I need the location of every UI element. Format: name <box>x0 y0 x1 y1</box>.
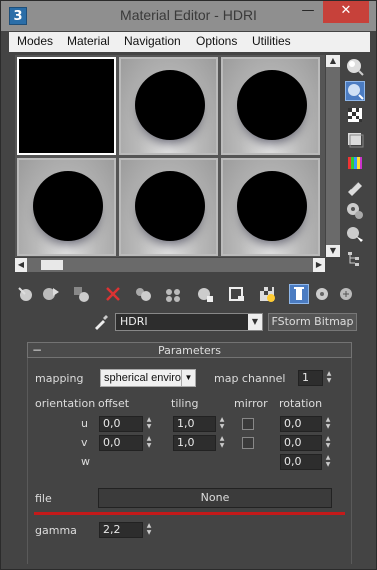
scroll-thumb[interactable] <box>41 260 63 270</box>
mapping-label: mapping <box>35 372 84 385</box>
reset-map-icon[interactable] <box>103 284 123 304</box>
sample-slot-2[interactable] <box>119 57 218 155</box>
file-label: file <box>35 492 52 505</box>
rotation-u-field[interactable]: 0,0 <box>280 416 322 432</box>
sample-slot-4[interactable] <box>17 158 116 256</box>
tiling-v-spinner[interactable]: ▲ ▼ <box>217 435 227 451</box>
material-map-navigator-icon[interactable] <box>345 249 365 269</box>
backlight-icon[interactable] <box>345 81 365 101</box>
get-material-icon[interactable] <box>17 284 37 304</box>
gamma-label: gamma <box>35 524 77 537</box>
background-checker-icon[interactable] <box>345 105 365 125</box>
mapping-select[interactable]: spherical enviro ▼ <box>100 369 196 387</box>
select-by-material-icon[interactable] <box>345 225 365 245</box>
material-editor-window: 3 Material Editor - HDRI — ✕ Modes Mater… <box>0 0 377 570</box>
mapping-select-value: spherical enviro <box>104 372 182 384</box>
menu-options[interactable]: Options <box>196 34 237 48</box>
pick-material-eyedropper-icon[interactable] <box>91 312 109 332</box>
make-unique-icon[interactable] <box>133 284 153 304</box>
rotation-v-spinner[interactable]: ▲ ▼ <box>323 435 333 451</box>
w-label: w <box>81 455 90 468</box>
sample-slot-1[interactable] <box>17 57 116 155</box>
offset-v-field[interactable]: 0,0 <box>99 435 143 451</box>
scroll-down-icon[interactable]: ▼ <box>326 245 340 257</box>
parameters-rollout-title: Parameters <box>158 344 221 357</box>
horizontal-toolbar <box>17 284 362 304</box>
u-label: u <box>81 417 88 430</box>
menu-modes[interactable]: Modes <box>17 34 53 48</box>
v-label: v <box>81 436 88 449</box>
tiling-v-field[interactable]: 1,0 <box>173 435 216 451</box>
minimize-button[interactable]: — <box>295 1 321 23</box>
sample-slot-6[interactable] <box>221 158 320 256</box>
tiling-label: tiling <box>171 397 199 410</box>
material-type-button[interactable]: FStorm Bitmap <box>268 313 357 331</box>
mirror-v-checkbox[interactable] <box>242 437 254 449</box>
sample-uv-tiling-icon[interactable] <box>345 129 365 149</box>
map-channel-label: map channel <box>214 372 286 385</box>
material-name-row: HDRI ▼ FStorm Bitmap <box>1 312 377 332</box>
vertical-scrollbar[interactable]: ▲ ▼ <box>326 55 340 257</box>
horizontal-scrollbar[interactable]: ◀ ▶ <box>15 258 325 272</box>
menu-navigation[interactable]: Navigation <box>124 34 181 48</box>
file-button[interactable]: None <box>98 488 332 508</box>
menu-material[interactable]: Material <box>67 34 110 48</box>
put-to-scene-icon[interactable] <box>41 284 61 304</box>
sample-slot-5[interactable] <box>119 158 218 256</box>
tiling-u-field[interactable]: 1,0 <box>173 416 216 432</box>
close-button[interactable]: ✕ <box>323 1 369 23</box>
map-channel-field[interactable]: 1 <box>298 370 323 386</box>
offset-v-spinner[interactable]: ▲ ▼ <box>144 435 154 451</box>
file-underline <box>34 512 345 515</box>
options-icon[interactable] <box>345 201 365 221</box>
chevron-down-icon[interactable]: ▼ <box>181 370 195 386</box>
rotation-label: rotation <box>279 397 323 410</box>
mirror-u-checkbox[interactable] <box>242 418 254 430</box>
go-to-parent-icon[interactable] <box>289 284 309 304</box>
material-name-value: HDRI <box>120 315 148 328</box>
rotation-w-field[interactable]: 0,0 <box>280 454 322 470</box>
make-preview-icon[interactable] <box>345 177 365 197</box>
preview-sphere <box>237 171 307 241</box>
map-channel-spinner[interactable]: ▲ ▼ <box>324 370 334 386</box>
show-shaded-in-viewport-icon[interactable] <box>227 284 247 304</box>
preview-sphere <box>237 70 307 140</box>
rotation-u-spinner[interactable]: ▲ ▼ <box>323 416 333 432</box>
material-id-channel-icon[interactable] <box>195 284 215 304</box>
offset-label: offset <box>98 397 130 410</box>
parameters-rollout-body: mapping spherical enviro ▼ map channel 1… <box>27 358 352 564</box>
sample-slot-3[interactable] <box>221 57 320 155</box>
orientation-label: orientation <box>35 397 96 410</box>
scroll-up-icon[interactable]: ▲ <box>326 55 340 67</box>
preview-sphere <box>135 70 205 140</box>
gamma-spinner[interactable]: ▲ ▼ <box>144 522 154 538</box>
scroll-right-icon[interactable]: ▶ <box>313 258 325 272</box>
scroll-left-icon[interactable]: ◀ <box>15 258 27 272</box>
material-name-field[interactable]: HDRI ▼ <box>115 313 263 331</box>
gamma-field[interactable]: 2,2 <box>99 522 143 538</box>
preview-sphere <box>135 171 205 241</box>
material-map-options-icon[interactable] <box>337 284 357 304</box>
chevron-down-icon[interactable]: ▼ <box>248 314 262 330</box>
menu-bar: Modes Material Navigation Options Utilit… <box>9 32 370 52</box>
go-forward-to-sibling-icon[interactable] <box>313 284 333 304</box>
put-to-library-icon[interactable] <box>163 284 183 304</box>
mirror-label: mirror <box>234 397 268 410</box>
parameters-panel-area: − Parameters mapping spherical enviro ▼ … <box>15 332 364 564</box>
tiling-u-spinner[interactable]: ▲ ▼ <box>217 416 227 432</box>
rotation-w-spinner[interactable]: ▲ ▼ <box>323 454 333 470</box>
sample-type-icon[interactable] <box>345 57 365 77</box>
title-bar[interactable]: 3 Material Editor - HDRI — ✕ <box>1 1 376 31</box>
rotation-v-field[interactable]: 0,0 <box>280 435 322 451</box>
sample-slots-area <box>15 55 325 257</box>
assign-to-selection-icon[interactable] <box>71 284 91 304</box>
menu-utilities[interactable]: Utilities <box>252 34 291 48</box>
offset-u-field[interactable]: 0,0 <box>99 416 143 432</box>
video-color-check-icon[interactable] <box>345 153 365 173</box>
show-end-result-icon[interactable] <box>257 284 277 304</box>
parameters-rollout-header[interactable]: − Parameters <box>27 342 352 358</box>
offset-u-spinner[interactable]: ▲ ▼ <box>144 416 154 432</box>
preview-sphere <box>33 171 103 241</box>
